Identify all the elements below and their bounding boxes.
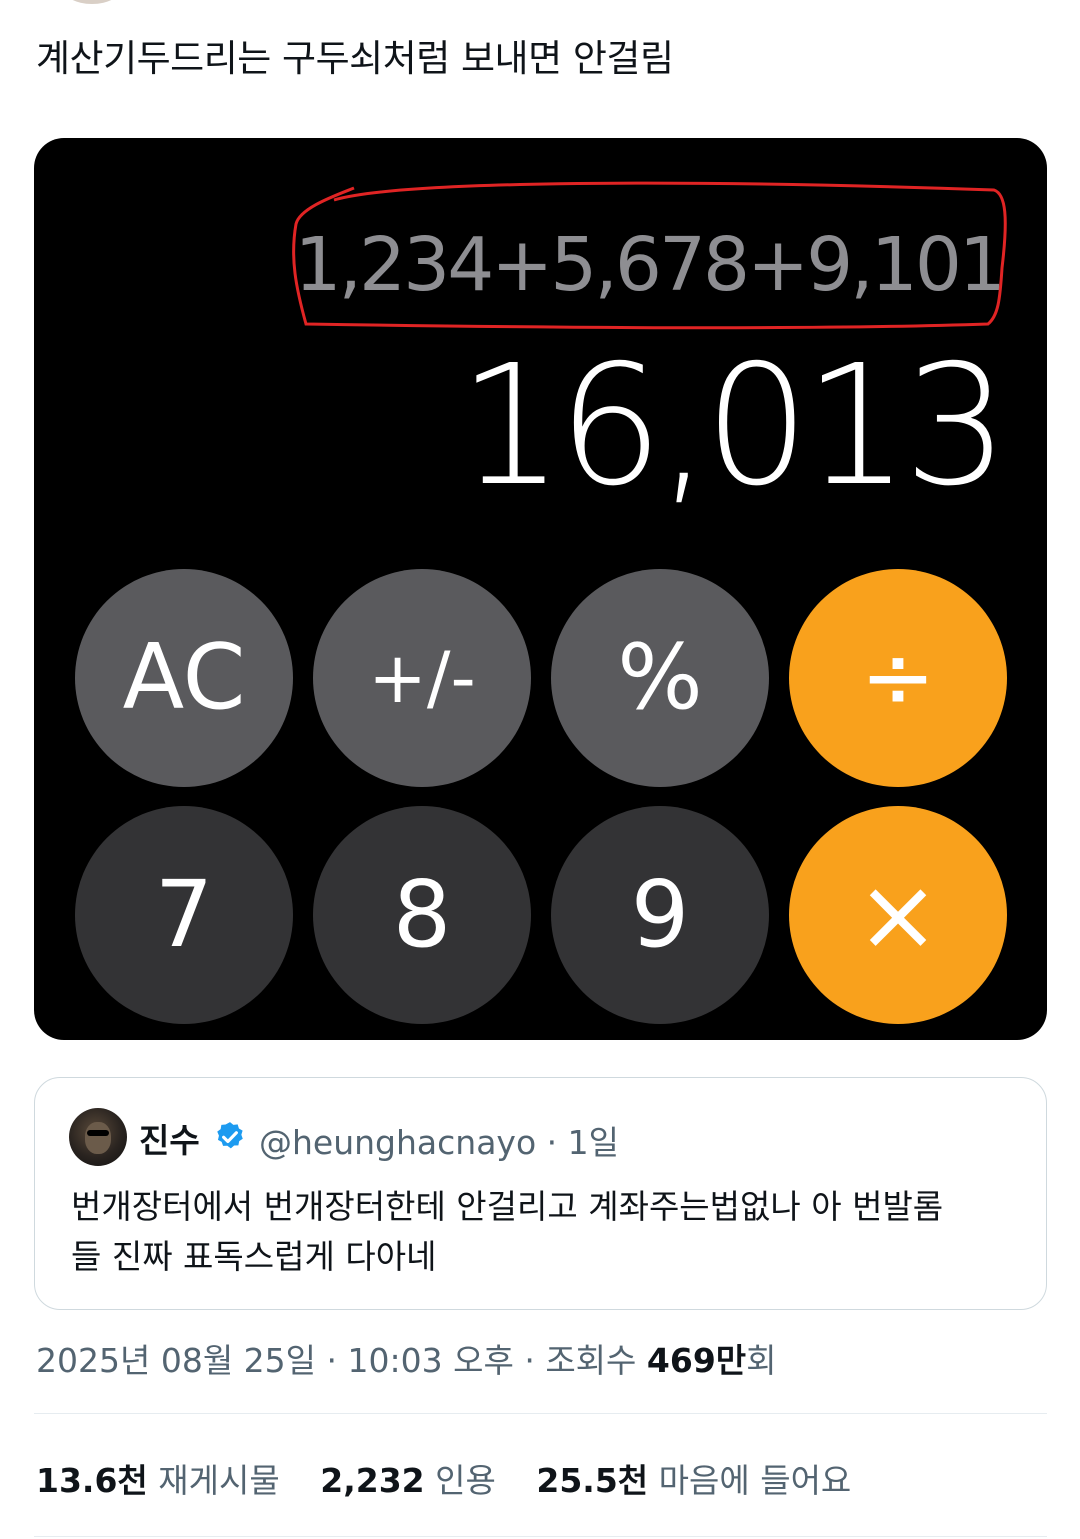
divider (34, 1536, 1047, 1537)
seven-key-label: 7 (154, 861, 214, 968)
quoted-handle: @heunghacnayo (259, 1123, 537, 1162)
quoted-handle-time: @heunghacnayo · 1일 (259, 1116, 619, 1164)
separator-dot: · (524, 1341, 546, 1380)
nine-key[interactable]: 9 (551, 806, 769, 1024)
tweet-image[interactable]: 1,234+5,678+9,101 16,013 AC +/- % ÷ 7 8 … (34, 138, 1047, 1040)
tweet-text: 계산기두드리는 구두쇠처럼 보내면 안걸림 (36, 37, 674, 80)
quoted-author-name[interactable]: 진수 (139, 1114, 200, 1162)
ac-key-label: AC (122, 625, 246, 730)
tweet-time[interactable]: 10:03 오후 (348, 1341, 514, 1380)
percent-key[interactable]: % (551, 569, 769, 787)
plus-minus-key[interactable]: +/- (313, 569, 531, 787)
separator-dot: · (546, 1123, 568, 1162)
views-label: 조회수 (545, 1341, 637, 1380)
divide-key-label: ÷ (860, 625, 936, 730)
verified-badge-icon (217, 1122, 243, 1149)
seven-key[interactable]: 7 (75, 806, 293, 1024)
retweets-stat[interactable]: 13.6천 재게시물 (36, 1454, 280, 1502)
calculator-expression: 1,234+5,678+9,101 (294, 222, 1006, 308)
quoted-tweet-text: 번개장터에서 번개장터한테 안걸리고 계좌주는법없나 아 번발롬들 진짜 표독스… (71, 1187, 944, 1276)
retweets-value: 13.6천 (36, 1461, 148, 1500)
retweets-label: 재게시물 (158, 1461, 280, 1500)
plus-minus-key-label: +/- (368, 637, 476, 719)
eight-key[interactable]: 8 (313, 806, 531, 1024)
quotes-stat[interactable]: 2,232 인용 (320, 1454, 496, 1502)
multiply-key-label: × (856, 856, 940, 973)
nine-key-label: 9 (630, 861, 690, 968)
divide-key[interactable]: ÷ (789, 569, 1007, 787)
calculator-result: 16,013 (458, 330, 1009, 523)
quoted-avatar[interactable] (69, 1108, 127, 1166)
eight-key-label: 8 (392, 861, 452, 968)
author-avatar[interactable] (62, 0, 122, 4)
tweet-date[interactable]: 2025년 08월 25일 (36, 1341, 316, 1380)
quoted-tweet[interactable]: 진수 @heunghacnayo · 1일 번개장터에서 번개장터한테 안걸리고… (34, 1077, 1047, 1310)
views-value: 469만 (646, 1341, 747, 1380)
divider (34, 1413, 1047, 1414)
percent-key-label: % (617, 625, 703, 730)
multiply-key[interactable]: × (789, 806, 1007, 1024)
views-unit: 회 (746, 1341, 777, 1380)
likes-value: 25.5천 (536, 1461, 649, 1500)
quotes-label: 인용 (435, 1461, 496, 1500)
likes-label: 마음에 들어요 (658, 1461, 852, 1500)
separator-dot: · (326, 1341, 348, 1380)
quotes-value: 2,232 (320, 1461, 425, 1500)
ac-key[interactable]: AC (75, 569, 293, 787)
engagement-stats: 13.6천 재게시물 2,232 인용 25.5천 마음에 들어요 (36, 1454, 881, 1502)
likes-stat[interactable]: 25.5천 마음에 들어요 (536, 1454, 851, 1502)
tweet-meta: 2025년 08월 25일 · 10:03 오후 · 조회수 469만회 (36, 1334, 777, 1382)
quoted-time: 1일 (567, 1123, 619, 1162)
